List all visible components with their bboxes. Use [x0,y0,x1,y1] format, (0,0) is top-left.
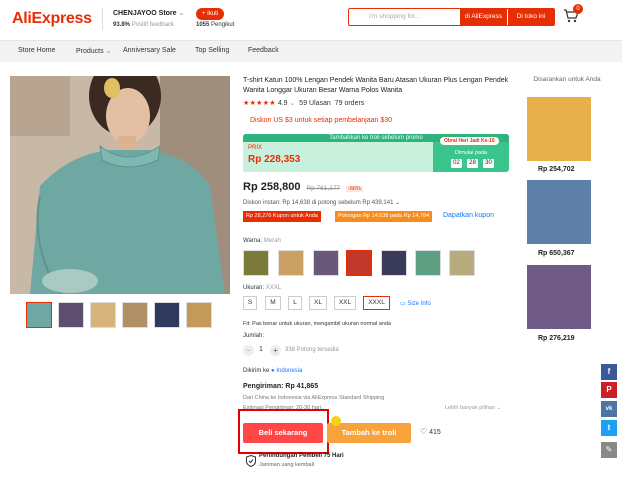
recommendation-image-2[interactable] [527,180,591,244]
product-title: T-shirt Katun 100% Lengan Pendek Wanita … [243,77,509,94]
store-nav: Store Home Products ⌄ Anniversary Sale T… [0,40,622,62]
recommendations-title: Disarankan untuk Anda [533,76,601,83]
timer-seconds: 30 [483,159,494,168]
orders-count: 79 orders [334,100,365,107]
pinterest-icon[interactable]: P [601,382,617,398]
get-coupon-link[interactable]: Dapatkan kupon [443,212,494,219]
rating-value: 4.9 [277,100,288,107]
reviews-link[interactable]: 59 Ulasan [299,100,331,107]
header: AliExpress CHENJAYOO Store ⌄ 93.8% Posit… [0,0,622,40]
more-shipping-options[interactable]: Lebih banyak pilihan ⌄ [445,405,501,411]
search-aliexpress-button[interactable]: di AliExpress [460,9,507,25]
recommendation-image-1[interactable] [527,97,591,161]
cursor-icon [331,416,341,426]
size-xxl[interactable]: XXL [334,296,356,310]
twitter-icon[interactable]: t [601,420,617,436]
recommendation-image-3[interactable] [527,265,591,329]
wishlist-button[interactable]: ♡ 415 [420,427,441,436]
thumbnail-3[interactable] [90,302,116,328]
rating-row: ★★★★★ 4.9 ⌄ 59 Ulasan 79 orders [243,100,365,107]
color-swatch-olive[interactable] [243,250,269,276]
coupon-badge-1[interactable]: Rp 28,276 Kupon untuk Anda [243,211,321,222]
store-discount-line: Diskon US $3 untuk setiap pembelanjaan $… [250,117,393,124]
cart-badge: 0 [573,4,583,14]
add-to-cart-button[interactable]: Tambah ke troli [327,423,411,443]
size-s[interactable]: S [243,296,257,310]
search-input[interactable]: I'm shopping for... [369,13,420,20]
ship-to-row: Dikirim ke ● Indonesia [243,368,303,374]
buyer-protection-title: Perlindungan Pembeli 75 Hari [259,453,344,459]
color-label: Warna: Merah [243,238,281,244]
quantity-available: 338 Potong tersedia [285,347,339,353]
buyer-protection-subtitle: Jaminan uang kembali [259,462,315,468]
follow-button[interactable]: + Ikuti [196,8,225,20]
nav-top-selling[interactable]: Top Selling [195,47,229,54]
nav-store-home[interactable]: Store Home [18,47,55,54]
recommendation-price-3[interactable]: Rp 276,219 [538,335,575,342]
quantity-value[interactable]: 1 [259,346,263,353]
size-xl[interactable]: XL [309,296,327,310]
timer-hours: 02 [451,159,462,168]
buy-now-highlight [238,409,329,454]
quantity-increase-button[interactable]: + [270,345,281,356]
store-name[interactable]: CHENJAYOO Store ⌄ [113,9,184,17]
header-divider [102,8,103,30]
vk-icon[interactable]: vk [601,401,617,417]
product-photo [10,76,230,294]
thumbnail-2[interactable] [58,302,84,328]
aliexpress-logo[interactable]: AliExpress [12,10,92,28]
timer-minutes: 28 [467,159,478,168]
discount-badge: -66% [346,186,363,192]
size-m[interactable]: M [265,296,281,310]
star-rating-icon: ★★★★★ [243,100,276,107]
promo-banner: Tambahkan ke troli sebelum promo PRIX Rp… [243,134,509,172]
nav-anniversary-sale[interactable]: Anniversary Sale [123,47,176,54]
facebook-icon[interactable]: f [601,364,617,380]
nav-products[interactable]: Products ⌄ [76,47,111,55]
thumbnail-1[interactable] [26,302,52,328]
instant-discount: Diskon instan: Rp 14,638 di potong sebel… [243,200,401,206]
color-swatch-khaki[interactable] [449,250,475,276]
ship-to-selector[interactable]: ● Indonesia [271,368,302,374]
size-xxxl[interactable]: XXXL [363,296,390,310]
size-info-link[interactable]: ▭ Size Info [400,300,431,307]
thumbnail-6[interactable] [186,302,212,328]
fit-note: Fit: Pas benar untuk ukuran, mengambil u… [243,321,391,327]
promo-price-box: PRIX Rp 228,353 [243,142,433,172]
original-price: Rp 761,177 [306,185,341,192]
anniversary-badge: Obral Hari Jadi Ke-10 [440,137,499,145]
color-swatch-green[interactable] [415,250,441,276]
thumbnail-5[interactable] [154,302,180,328]
followers-count: 1055 Pengikut [196,22,235,28]
product-main-image[interactable] [10,76,230,294]
color-swatch-red[interactable] [346,250,372,276]
quantity-label: Jumlah: [243,333,265,339]
shield-icon [246,455,256,467]
color-swatch-purple[interactable] [313,250,339,276]
thumbnail-4[interactable] [122,302,148,328]
edit-icon[interactable]: ✎ [601,442,617,458]
nav-feedback[interactable]: Feedback [248,47,279,54]
heart-icon: ♡ [420,427,428,436]
price-row: Rp 258,800 Rp 761,177 -66% [243,181,363,193]
recommendation-price-2[interactable]: Rp 650,367 [538,250,575,257]
size-l[interactable]: L [288,296,302,310]
promo-starts-label: Dimulai pada [455,150,488,156]
recommendation-price-1[interactable]: Rp 254,702 [538,166,575,173]
coupon-badge-2[interactable]: Potongan Rp 14,638 pada Rp 14,784 [335,211,433,222]
ruler-icon: ▭ [400,301,406,307]
current-price: Rp 258,800 [243,181,301,193]
size-label: Ukuran: XXXL [243,285,282,291]
quantity-decrease-button[interactable]: − [243,345,254,356]
search-store-button[interactable]: Di toko ini [508,9,554,25]
promo-price-label: PRIX [248,145,263,151]
shipping-route: Dari China ke Indonesia via AliExpress S… [243,395,385,401]
color-swatch-navy[interactable] [381,250,407,276]
color-swatch-camel[interactable] [278,250,304,276]
shipping-cost: Pengiriman: Rp 41,865 [243,383,319,390]
search-bar: I'm shopping for... di AliExpress Di tok… [348,8,555,26]
store-feedback: 93.8% Positif feedback [113,22,175,28]
promo-price: Rp 228,353 [248,154,301,165]
